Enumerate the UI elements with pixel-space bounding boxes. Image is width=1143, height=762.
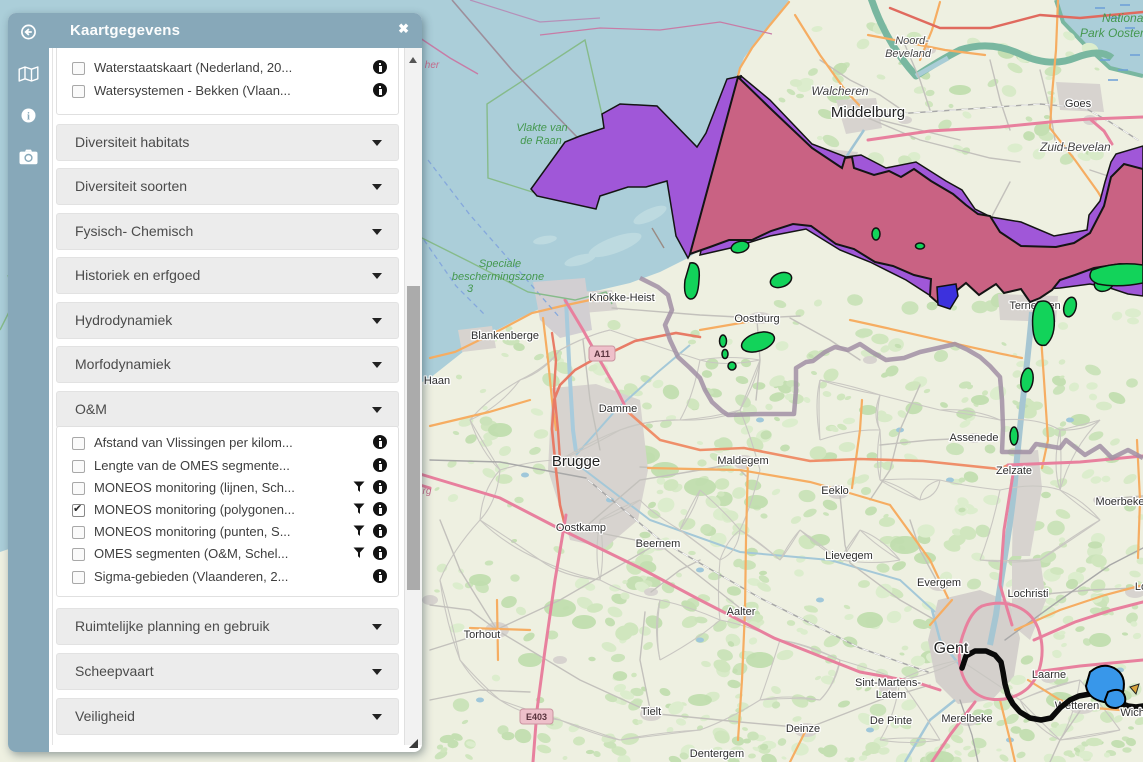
svg-text:Wichelen: Wichelen — [1120, 707, 1143, 719]
svg-text:Deinze: Deinze — [786, 723, 820, 735]
svg-text:Tielt: Tielt — [641, 706, 661, 718]
svg-text:Lievegem: Lievegem — [825, 550, 873, 562]
svg-text:National: National — [1102, 11, 1143, 25]
svg-text:Evergem: Evergem — [917, 577, 961, 589]
svg-text:Maldegem: Maldegem — [717, 455, 768, 467]
svg-text:Latem: Latem — [876, 689, 907, 701]
svg-text:de Raan: de Raan — [520, 135, 562, 147]
svg-text:Dentergem: Dentergem — [690, 748, 744, 760]
svg-text:Assenede: Assenede — [950, 432, 999, 444]
svg-text:Lo: Lo — [1135, 581, 1143, 593]
svg-text:Oostkamp: Oostkamp — [556, 522, 606, 534]
svg-text:Sint-Martens-: Sint-Martens- — [855, 677, 921, 689]
svg-text:Haan: Haan — [424, 375, 450, 387]
svg-text:E403: E403 — [526, 712, 547, 722]
svg-text:Knokke-Heist: Knokke-Heist — [589, 292, 654, 304]
svg-text:Oostburg: Oostburg — [734, 313, 779, 325]
svg-text:Beveland: Beveland — [885, 48, 932, 60]
svg-text:Goes: Goes — [1065, 98, 1092, 110]
svg-text:Gent: Gent — [934, 640, 969, 657]
svg-text:Walcheren: Walcheren — [811, 84, 868, 98]
svg-text:her: her — [425, 60, 440, 71]
svg-text:rg: rg — [423, 486, 432, 497]
svg-text:Brugge: Brugge — [552, 453, 600, 470]
svg-text:Moerbeke: Moerbeke — [1096, 496, 1143, 508]
svg-text:Lochristi: Lochristi — [1008, 588, 1049, 600]
svg-text:Torhout: Torhout — [464, 629, 501, 641]
svg-text:Damme: Damme — [599, 403, 638, 415]
svg-text:i: i — [27, 111, 30, 122]
svg-text:Beernem: Beernem — [636, 538, 681, 550]
svg-text:Vlakte van: Vlakte van — [516, 122, 567, 134]
svg-text:Park Ooster: Park Ooster — [1080, 26, 1143, 40]
svg-text:Speciale: Speciale — [479, 258, 521, 270]
svg-text:3: 3 — [467, 283, 474, 295]
svg-text:Middelburg: Middelburg — [831, 104, 905, 121]
svg-text:beschermingszone: beschermingszone — [452, 271, 544, 283]
svg-text:Laarne: Laarne — [1032, 669, 1066, 681]
svg-text:Aalter: Aalter — [727, 606, 756, 618]
svg-text:Noord-: Noord- — [895, 35, 929, 47]
svg-text:Eeklo: Eeklo — [821, 485, 849, 497]
svg-text:A11: A11 — [594, 349, 610, 359]
svg-text:Zelzate: Zelzate — [996, 465, 1032, 477]
svg-text:Zuid-Bevelan: Zuid-Bevelan — [1039, 140, 1111, 154]
svg-text:Blankenberge: Blankenberge — [471, 330, 539, 342]
svg-text:Merelbeke: Merelbeke — [941, 713, 992, 725]
svg-text:De Pinte: De Pinte — [870, 715, 912, 727]
